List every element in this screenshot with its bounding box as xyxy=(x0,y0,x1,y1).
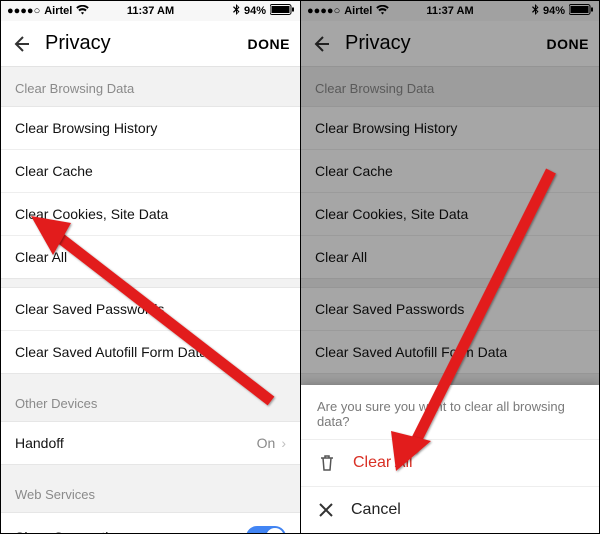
row-autofill[interactable]: Clear Saved Autofill Form Data xyxy=(1,331,300,373)
row-label: Clear Saved Autofill Form Data xyxy=(15,344,207,360)
row-label: Show Suggestions xyxy=(15,529,131,533)
done-button[interactable]: DONE xyxy=(248,36,290,52)
close-icon xyxy=(319,503,333,517)
sheet-clear-all[interactable]: Clear All xyxy=(301,439,599,486)
navbar: Privacy DONE xyxy=(1,21,300,67)
row-handoff[interactable]: Handoff On › xyxy=(1,422,300,464)
row-saved-passwords[interactable]: Clear Saved Passwords xyxy=(1,288,300,331)
back-arrow-icon[interactable] xyxy=(11,34,31,54)
right-screenshot: ●●●●○ Airtel 11:37 AM 94% Priv xyxy=(300,1,599,533)
row-label: Handoff xyxy=(15,435,64,451)
action-sheet: Are you sure you want to clear all brows… xyxy=(301,385,599,533)
row-value: On xyxy=(257,435,276,451)
page-title: Privacy xyxy=(45,32,248,55)
chevron-right-icon: › xyxy=(281,435,286,451)
row-label: Clear Browsing History xyxy=(15,120,157,136)
status-bar: ●●●●○ Airtel 11:37 AM 94% xyxy=(1,1,300,21)
row-clear-history[interactable]: Clear Browsing History xyxy=(1,107,300,150)
toggle-switch[interactable] xyxy=(246,526,286,533)
sheet-action-label: Clear All xyxy=(353,454,413,472)
sheet-action-label: Cancel xyxy=(351,501,401,519)
row-label: Clear Cookies, Site Data xyxy=(15,206,168,222)
row-label: Clear Saved Passwords xyxy=(15,301,164,317)
section-header-web-services: Web Services xyxy=(1,473,300,512)
left-screenshot: ●●●●○ Airtel 11:37 AM 94% Priv xyxy=(1,1,300,533)
row-clear-all[interactable]: Clear All xyxy=(1,236,300,278)
section-header-other-devices: Other Devices xyxy=(1,382,300,421)
sheet-cancel[interactable]: Cancel xyxy=(301,486,599,533)
trash-icon xyxy=(319,454,335,472)
sheet-message: Are you sure you want to clear all brows… xyxy=(301,385,599,439)
row-label: Clear All xyxy=(15,249,67,265)
row-label: Clear Cache xyxy=(15,163,93,179)
clock-label: 11:37 AM xyxy=(1,5,300,17)
section-header-clear-data: Clear Browsing Data xyxy=(1,67,300,106)
row-show-suggestions[interactable]: Show Suggestions xyxy=(1,513,300,533)
row-clear-cookies[interactable]: Clear Cookies, Site Data xyxy=(1,193,300,236)
row-clear-cache[interactable]: Clear Cache xyxy=(1,150,300,193)
